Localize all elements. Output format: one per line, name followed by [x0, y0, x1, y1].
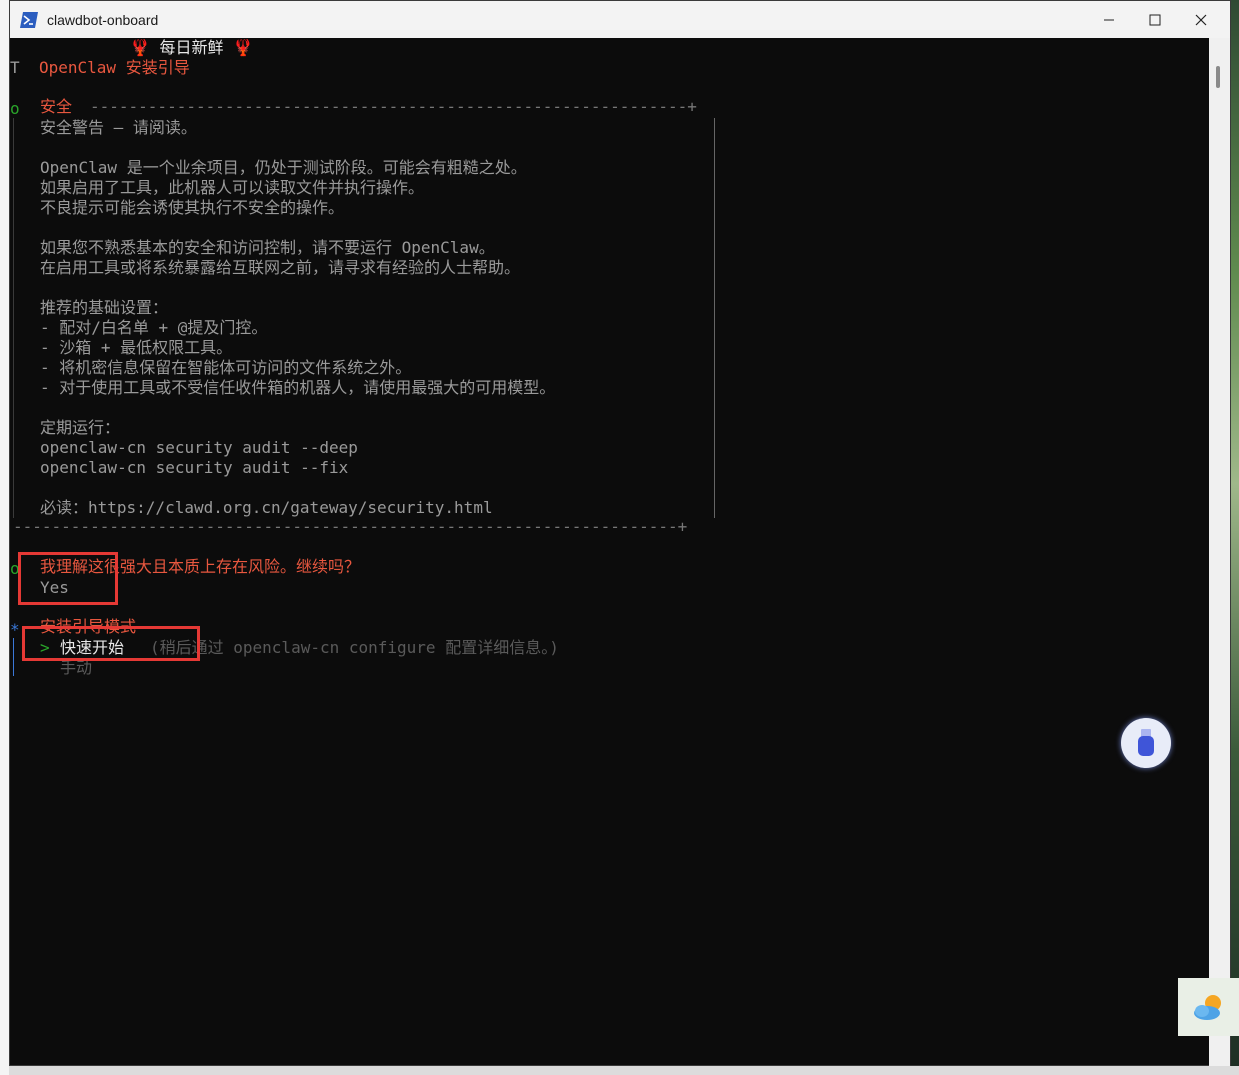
warning-line-13: openclaw-cn security audit --deep: [40, 438, 358, 457]
onboard-heading: OpenClaw 安装引导: [39, 58, 190, 77]
active-step-line: [13, 638, 14, 676]
close-icon: [1195, 14, 1207, 25]
box-right-border: [714, 118, 715, 518]
step-marker-security: o: [10, 99, 20, 118]
warning-line-2: OpenClaw 是一个业余项目，仍处于测试阶段。可能会有粗糙之处。: [40, 158, 527, 177]
warning-line-3: 如果启用了工具，此机器人可以读取文件并执行操作。: [40, 178, 425, 197]
box-top-border: ----------------------------------------…: [90, 97, 697, 116]
banner: 🦞 每日新鲜 🦞: [130, 38, 254, 57]
window-title: clawdbot-onboard: [47, 11, 159, 28]
box-bottom-border: ----------------------------------------…: [13, 517, 688, 536]
minimize-icon: [1104, 19, 1114, 20]
warning-line-8: - 配对/白名单 + @提及门控。: [40, 318, 268, 337]
close-button[interactable]: [1178, 1, 1224, 38]
warning-line-6: 在启用工具或将系统暴露给互联网之前，请寻求有经验的人士帮助。: [40, 258, 521, 277]
background-window-edge: [0, 0, 9, 1075]
scrollbar-thumb[interactable]: [1216, 66, 1220, 88]
weather-widget[interactable]: [1178, 978, 1239, 1036]
security-doc-link[interactable]: 必读：https://clawd.org.cn/gateway/security…: [40, 498, 493, 518]
minimize-button[interactable]: [1086, 1, 1132, 38]
highlight-box-quick-start: [22, 626, 200, 661]
taskbar-edge: [9, 1066, 1239, 1075]
usb-drive-icon: [1138, 729, 1154, 756]
terminal-window: clawdbot-onboard 🦞 每日新鲜 🦞 T OpenClaw 安装引…: [9, 0, 1231, 1067]
highlight-box-answer: [18, 552, 118, 605]
maximize-button[interactable]: [1132, 1, 1178, 38]
warning-line-9: - 沙箱 + 最低权限工具。: [40, 338, 233, 357]
warning-line-10: - 将机密信息保留在智能体可访问的文件系统之外。: [40, 358, 412, 377]
tree-marker-t: T: [10, 58, 20, 77]
warning-line-4: 不良提示可能会诱使其执行不安全的操作。: [40, 198, 345, 217]
vertical-scrollbar[interactable]: [1209, 38, 1230, 1067]
warning-line-14: openclaw-cn security audit --fix: [40, 458, 349, 477]
terminal-content[interactable]: 🦞 每日新鲜 🦞 T OpenClaw 安装引导 o 安全 ----------…: [10, 38, 1210, 1067]
security-title: 安全: [40, 97, 73, 116]
powershell-icon: [20, 11, 38, 28]
step-marker-active: *: [10, 620, 20, 639]
title-bar[interactable]: clawdbot-onboard: [10, 1, 1230, 38]
warning-line-5: 如果您不熟悉基本的安全和访问控制，请不要运行 OpenClaw。: [40, 238, 495, 257]
tree-left-line: [13, 118, 14, 518]
option-manual[interactable]: 手动: [60, 658, 92, 678]
weather-cloud-sun-icon: [1193, 995, 1221, 1020]
warning-line-7: 推荐的基础设置：: [40, 298, 169, 317]
warning-line-12: 定期运行：: [40, 418, 121, 437]
warning-line-1: 安全警告 — 请阅读。: [40, 118, 197, 137]
option-quick-start-hint: (稍后通过 openclaw-cn configure 配置详细信息。): [150, 638, 559, 657]
warning-line-11: - 对于使用工具或不受信任收件箱的机器人，请使用最强大的可用模型。: [40, 378, 556, 397]
maximize-icon: [1149, 14, 1161, 25]
usb-device-icon[interactable]: [1121, 718, 1171, 768]
